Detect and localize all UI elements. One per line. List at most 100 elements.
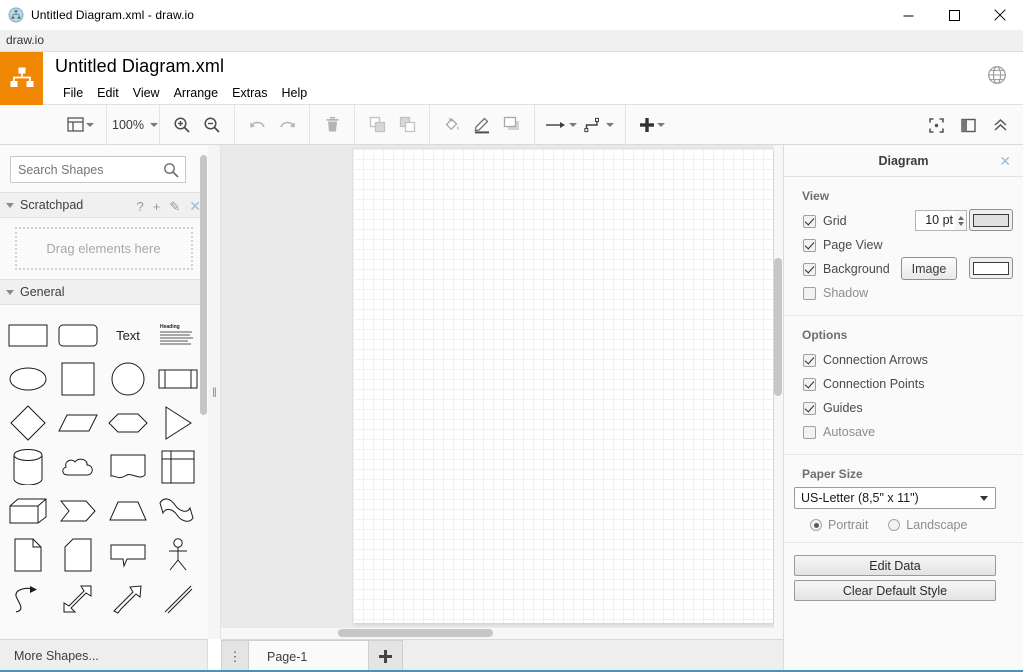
line-color-pen-icon[interactable] bbox=[467, 111, 497, 139]
redo-icon[interactable] bbox=[272, 111, 302, 139]
maximize-button[interactable] bbox=[931, 0, 977, 30]
shape-rounded-rectangle[interactable] bbox=[56, 313, 100, 357]
canvas-vertical-scroll-thumb[interactable] bbox=[774, 258, 782, 396]
background-checkbox[interactable] bbox=[803, 263, 816, 276]
shape-line[interactable] bbox=[156, 577, 200, 621]
fullscreen-icon[interactable] bbox=[921, 111, 951, 139]
shape-step[interactable] bbox=[56, 489, 100, 533]
shape-card[interactable] bbox=[56, 533, 100, 577]
close-button[interactable] bbox=[977, 0, 1023, 30]
portrait-radio[interactable] bbox=[810, 519, 822, 531]
toolbar-group-insert bbox=[626, 105, 678, 145]
undo-icon[interactable] bbox=[242, 111, 272, 139]
page-menu-icon[interactable]: ⋮ bbox=[221, 640, 249, 672]
more-shapes-button[interactable]: More Shapes... bbox=[0, 639, 208, 672]
shape-hexagon[interactable] bbox=[106, 401, 150, 445]
shapes-panel-scroll-thumb[interactable] bbox=[200, 155, 207, 415]
scratchpad-section-header[interactable]: Scratchpad ? + ✎ ✕ bbox=[0, 192, 207, 218]
paper-size-select[interactable]: US-Letter (8,5" x 11") bbox=[794, 487, 996, 509]
scratchpad-dropzone[interactable]: Drag elements here bbox=[15, 227, 193, 270]
menu-arrange[interactable]: Arrange bbox=[168, 84, 226, 102]
shape-internal-storage[interactable] bbox=[156, 445, 200, 489]
background-image-button[interactable]: Image bbox=[901, 257, 957, 280]
general-section-header[interactable]: General bbox=[0, 279, 207, 305]
shape-actor[interactable] bbox=[156, 533, 200, 577]
connection-style-icon[interactable] bbox=[580, 111, 618, 139]
page-tab-page-1[interactable]: Page-1 bbox=[249, 640, 369, 672]
shadow-icon[interactable] bbox=[497, 111, 527, 139]
plus-insert-icon[interactable] bbox=[633, 111, 671, 139]
fill-bucket-icon[interactable] bbox=[437, 111, 467, 139]
shape-process[interactable] bbox=[156, 357, 200, 401]
globe-icon[interactable] bbox=[987, 65, 1009, 87]
chevron-down-icon bbox=[6, 203, 14, 208]
add-icon[interactable]: + bbox=[153, 200, 161, 213]
zoom-out-icon[interactable] bbox=[197, 111, 227, 139]
shape-text[interactable]: Text bbox=[106, 313, 150, 357]
canvas-horizontal-scroll-thumb[interactable] bbox=[338, 629, 493, 637]
connection-points-checkbox[interactable] bbox=[803, 378, 816, 391]
help-icon[interactable]: ? bbox=[137, 200, 144, 213]
menu-file[interactable]: File bbox=[57, 84, 91, 102]
view-layout-icon[interactable] bbox=[61, 111, 99, 139]
search-icon[interactable] bbox=[163, 162, 179, 183]
shape-parallelogram[interactable] bbox=[56, 401, 100, 445]
autosave-checkbox[interactable] bbox=[803, 426, 816, 439]
menu-view[interactable]: View bbox=[127, 84, 168, 102]
diagram-page[interactable] bbox=[352, 148, 773, 623]
toggle-format-panel-icon[interactable] bbox=[953, 111, 983, 139]
collapse-toolbar-icon[interactable] bbox=[985, 111, 1015, 139]
menu-edit[interactable]: Edit bbox=[91, 84, 127, 102]
landscape-radio[interactable] bbox=[888, 519, 900, 531]
close-icon[interactable]: ✕ bbox=[999, 153, 1011, 170]
shape-triangle[interactable] bbox=[156, 401, 200, 445]
shape-curved-arrow[interactable] bbox=[6, 577, 50, 621]
edit-data-button[interactable]: Edit Data bbox=[794, 555, 996, 576]
zoom-level-button[interactable]: 100% bbox=[114, 111, 152, 139]
shape-trapezoid[interactable] bbox=[106, 489, 150, 533]
canvas-horizontal-scrollbar[interactable] bbox=[221, 628, 783, 639]
trash-icon[interactable] bbox=[317, 111, 347, 139]
shape-cube[interactable] bbox=[6, 489, 50, 533]
page-view-checkbox[interactable] bbox=[803, 239, 816, 252]
search-shapes-box[interactable] bbox=[10, 156, 186, 183]
grid-color-swatch[interactable] bbox=[969, 209, 1013, 231]
arrow-style-icon[interactable] bbox=[542, 111, 580, 139]
panel-splitter[interactable]: || bbox=[208, 145, 221, 639]
menu-extras[interactable]: Extras bbox=[226, 84, 275, 102]
background-color-swatch[interactable] bbox=[969, 257, 1013, 279]
clear-default-style-button[interactable]: Clear Default Style bbox=[794, 580, 996, 601]
stepper-down-icon[interactable] bbox=[958, 222, 964, 226]
edit-pencil-icon[interactable]: ✎ bbox=[169, 200, 180, 213]
add-page-button[interactable] bbox=[369, 640, 403, 672]
shape-rectangle[interactable] bbox=[6, 313, 50, 357]
connection-arrows-checkbox[interactable] bbox=[803, 354, 816, 367]
shape-diamond[interactable] bbox=[6, 401, 50, 445]
paper-size-heading: Paper Size bbox=[784, 465, 1023, 487]
shape-cloud[interactable] bbox=[56, 445, 100, 489]
shape-tape[interactable] bbox=[156, 489, 200, 533]
guides-checkbox[interactable] bbox=[803, 402, 816, 415]
grid-size-input[interactable]: 10 pt bbox=[915, 210, 957, 231]
grid-size-stepper[interactable] bbox=[955, 210, 967, 231]
shape-cylinder[interactable] bbox=[6, 445, 50, 489]
menu-help[interactable]: Help bbox=[276, 84, 316, 102]
shadow-checkbox[interactable] bbox=[803, 287, 816, 300]
minimize-button[interactable] bbox=[885, 0, 931, 30]
shape-square[interactable] bbox=[56, 357, 100, 401]
shape-document[interactable] bbox=[106, 445, 150, 489]
shape-callout[interactable] bbox=[106, 533, 150, 577]
shape-textbox[interactable]: Heading bbox=[156, 313, 200, 357]
zoom-in-icon[interactable] bbox=[167, 111, 197, 139]
diagram-canvas[interactable] bbox=[221, 145, 783, 639]
shape-circle[interactable] bbox=[106, 357, 150, 401]
grid-checkbox[interactable] bbox=[803, 215, 816, 228]
shape-arrow[interactable] bbox=[106, 577, 150, 621]
bring-to-front-icon[interactable] bbox=[362, 111, 392, 139]
send-to-back-icon[interactable] bbox=[392, 111, 422, 139]
shape-bidirectional-arrow[interactable] bbox=[56, 577, 100, 621]
shape-ellipse[interactable] bbox=[6, 357, 50, 401]
stepper-up-icon[interactable] bbox=[958, 216, 964, 220]
shape-note[interactable] bbox=[6, 533, 50, 577]
search-input[interactable] bbox=[11, 157, 161, 182]
